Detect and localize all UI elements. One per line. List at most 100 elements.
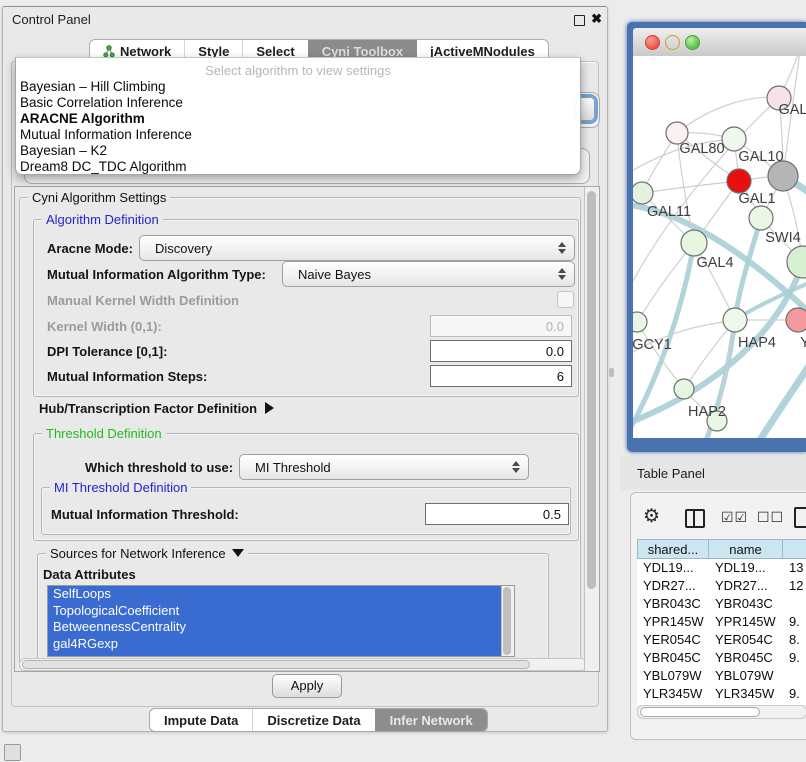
network-node-gal10[interactable] (722, 127, 746, 151)
popup-item-aracne-algorithm[interactable]: ARACNE Algorithm (20, 111, 576, 127)
settings-vertical-scrollbar[interactable] (584, 187, 599, 671)
kernel-width-field[interactable] (430, 315, 572, 337)
table-row[interactable]: YPR145WYPR145W9. (637, 613, 806, 631)
scrollbar-thumb[interactable] (22, 660, 530, 669)
bottom-tab-infer-network[interactable]: Infer Network (375, 709, 487, 731)
table-cell: YBL079W (637, 667, 709, 685)
table-panel-title: Table Panel (637, 466, 705, 481)
which-threshold-combobox[interactable]: MI Threshold (239, 454, 529, 480)
table-row[interactable]: YLR345WYLR345W9. (637, 685, 806, 703)
select-all-checkboxes-icon[interactable]: ☑☑ (721, 509, 748, 526)
popup-item-basic-correlation-inference[interactable]: Basic Correlation Inference (20, 95, 576, 111)
collapsed-panel-icon[interactable] (4, 744, 21, 761)
network-node-swi4[interactable] (749, 206, 773, 230)
scrollbar-thumb[interactable] (503, 587, 511, 655)
mi-algorithm-type-label: Mutual Information Algorithm Type: (47, 267, 266, 282)
mi-threshold-field[interactable] (425, 503, 569, 525)
table-row[interactable]: YBL079WYBL079W (637, 667, 806, 685)
network-node-gal4[interactable] (681, 230, 707, 256)
apply-button[interactable]: Apply (272, 674, 342, 698)
network-node-gal1[interactable] (727, 169, 751, 193)
kernel-width-label: Kernel Width (0,1): (47, 319, 162, 334)
column-header-shared[interactable]: shared... (637, 539, 709, 559)
export-table-icon[interactable] (794, 507, 806, 528)
sources-title[interactable]: Sources for Network Inference (46, 546, 248, 561)
aracne-mode-combobox[interactable]: Discovery (139, 235, 575, 261)
combo-updown-icon (553, 268, 571, 280)
table-row[interactable]: YDR27...YDR27...12 (637, 577, 806, 595)
dpi-tolerance-field[interactable] (430, 340, 572, 362)
network-edge[interactable] (642, 181, 739, 193)
panel-splitter-handle[interactable] (609, 368, 614, 377)
popup-item-dream8-dc-tdc-algorithm[interactable]: Dream8 DC_TDC Algorithm (20, 159, 576, 175)
close-icon[interactable]: ✖ (591, 11, 602, 27)
dpi-tolerance-label: DPI Tolerance [0,1]: (47, 344, 167, 359)
cyni-algorithm-settings-title: Cyni Algorithm Settings (28, 190, 170, 205)
which-threshold-value: MI Threshold (240, 460, 507, 475)
gear-icon[interactable]: ⚙ (643, 505, 660, 528)
popup-item-mutual-information-inference[interactable]: Mutual Information Inference (20, 127, 576, 143)
network-node[interactable] (787, 246, 806, 278)
attribute-item-selfloops[interactable]: SelfLoops (48, 586, 502, 603)
network-canvas[interactable]: GALGAL80GAL10GAL1GAL11SWI4GAL4GCY1HAP4YH… (633, 56, 806, 438)
table-cell: YLR345W (709, 685, 783, 703)
bottom-tab-discretize-data[interactable]: Discretize Data (252, 709, 374, 731)
scrollbar-thumb[interactable] (640, 707, 760, 717)
list-vertical-scrollbar[interactable] (501, 586, 514, 656)
network-node[interactable] (768, 161, 798, 191)
table-horizontal-scrollbar[interactable] (637, 705, 806, 719)
deselect-all-checkboxes-icon[interactable]: ☐☐ (757, 509, 784, 526)
cyni-bottom-tabbar: Impute DataDiscretize DataInfer Network (149, 708, 488, 732)
table-cell: 9. (783, 685, 806, 703)
bottom-tab-impute-data[interactable]: Impute Data (150, 709, 252, 731)
network-edge-teal[interactable] (751, 352, 806, 438)
network-node-hap4[interactable] (723, 308, 747, 332)
table-row[interactable]: YDL19...YDL19...13 (637, 559, 806, 577)
control-panel-titlebar: Control Panel ✖ (3, 7, 607, 31)
combo-updown-icon (507, 461, 525, 473)
manual-kernel-width-checkbox[interactable] (557, 291, 574, 308)
table-row[interactable]: YBR043CYBR043C (637, 595, 806, 613)
attribute-item-betweennesscentrality[interactable]: BetweennessCentrality (48, 619, 502, 636)
minimize-traffic-light-icon[interactable] (665, 35, 680, 50)
mi-algorithm-type-combobox[interactable]: Naive Bayes (282, 261, 575, 287)
hub-tf-definition-toggle[interactable]: Hub/Transcription Factor Definition (39, 401, 274, 416)
mi-threshold-definition-title: MI Threshold Definition (50, 480, 191, 495)
table-cell: YDR27... (637, 577, 709, 595)
settings-horizontal-scrollbar[interactable] (19, 658, 587, 671)
table-cell: YER054C (709, 631, 783, 649)
attribute-item-gal4rgexp[interactable]: gal4RGexp (48, 636, 502, 653)
table-cell (783, 667, 806, 685)
network-node-gcy1[interactable] (633, 312, 647, 332)
node-table[interactable]: shared...nameAYDL19...YDL19...13YDR27...… (637, 539, 806, 705)
network-edge[interactable] (677, 97, 779, 133)
data-attributes-items: SelfLoopsTopologicalCoefficientBetweenne… (48, 586, 502, 656)
table-cell: YBR045C (637, 649, 709, 667)
popup-item-bayesian-k2[interactable]: Bayesian – K2 (20, 143, 576, 159)
close-traffic-light-icon[interactable] (645, 35, 660, 50)
popup-item-bayesian-hill-climbing[interactable]: Bayesian – Hill Climbing (20, 79, 576, 95)
column-header-name[interactable]: name (709, 539, 783, 559)
table-cell: 9. (783, 649, 806, 667)
network-node-hap2[interactable] (674, 379, 694, 399)
table-toolbar: ⚙ ☑☑ ☐☐ (631, 501, 806, 535)
table-row[interactable]: YBR045CYBR045C9. (637, 649, 806, 667)
zoom-traffic-light-icon[interactable] (685, 35, 700, 50)
network-icon (103, 45, 115, 58)
attribute-item-topologicalcoefficient[interactable]: TopologicalCoefficient (48, 603, 502, 620)
table-cell: 12 (783, 577, 806, 595)
float-window-icon[interactable] (574, 15, 585, 26)
manual-kernel-width-label: Manual Kernel Width Definition (47, 293, 239, 308)
scrollbar-thumb[interactable] (587, 191, 596, 589)
column-header-a[interactable]: A (783, 539, 806, 559)
network-node-y[interactable] (786, 308, 806, 332)
node-label-gcy1: GCY1 (633, 337, 672, 353)
table-row[interactable]: YER054CYER054C8. (637, 631, 806, 649)
network-window-titlebar[interactable] (633, 28, 806, 57)
data-attributes-list[interactable]: SelfLoopsTopologicalCoefficientBetweenne… (47, 585, 515, 657)
mi-steps-field[interactable] (430, 365, 572, 387)
columns-icon[interactable] (685, 509, 705, 528)
node-label-gal4: GAL4 (696, 255, 733, 271)
network-view-window[interactable]: GALGAL80GAL10GAL1GAL11SWI4GAL4GCY1HAP4YH… (627, 22, 806, 452)
network-node-gal11[interactable] (633, 182, 653, 204)
